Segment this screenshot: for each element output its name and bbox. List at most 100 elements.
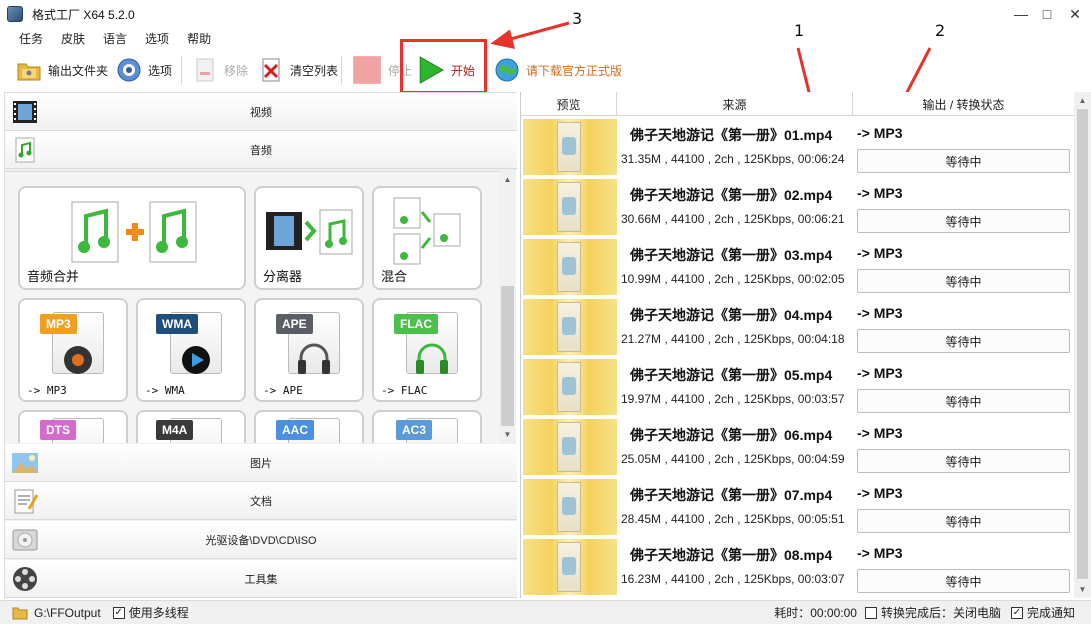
video-thumbnail: [523, 119, 617, 175]
menu-task[interactable]: 任务: [10, 30, 52, 47]
table-row[interactable]: 佛子天地游记《第一册》05.mp4 19.97M , 44100 , 2ch ,…: [521, 357, 1074, 417]
optical-drive-icon: [12, 529, 38, 551]
notify-label: 完成通知: [1026, 606, 1075, 620]
task-list-panel: 预览 来源 输出 / 转换状态 佛子天地游记《第一册》01.mp4 31.35M…: [520, 92, 1091, 598]
audio-merge-tile[interactable]: 音频合并: [18, 186, 246, 290]
shutdown-checkbox[interactable]: [864, 606, 877, 619]
category-audio[interactable]: 音频: [5, 131, 517, 169]
scroll-down-arrow-icon[interactable]: ▼: [499, 426, 516, 443]
headphones-icon: [298, 343, 330, 374]
folder-icon: [17, 63, 41, 81]
splitter-tile[interactable]: 分离器: [254, 186, 364, 290]
category-tools[interactable]: 工具集: [5, 560, 517, 598]
folder-icon[interactable]: [12, 606, 28, 620]
options-button[interactable]: 选项: [116, 54, 172, 86]
remove-icon: [196, 58, 214, 82]
table-row[interactable]: 佛子天地游记《第一册》08.mp4 16.23M , 44100 , 2ch ,…: [521, 537, 1074, 597]
column-source[interactable]: 来源: [617, 92, 853, 116]
menu-help[interactable]: 帮助: [178, 30, 220, 47]
to-wma-tile[interactable]: WMA -> WMA: [136, 298, 246, 402]
disc-icon: [182, 346, 210, 374]
to-mp3-tile[interactable]: MP3 -> MP3: [18, 298, 128, 402]
dts-badge: DTS: [40, 420, 76, 440]
menu-options[interactable]: 选项: [136, 30, 178, 47]
mp3-badge: MP3: [40, 314, 77, 334]
video-thumbnail: [523, 239, 617, 295]
clear-list-icon: [262, 58, 280, 82]
clear-list-button[interactable]: 清空列表: [258, 54, 338, 86]
left-scrollbar[interactable]: ▲ ▼: [499, 171, 516, 443]
menu-language[interactable]: 语言: [94, 30, 136, 47]
left-scroll-thumb[interactable]: [501, 286, 514, 426]
output-format: -> MP3: [857, 485, 903, 501]
close-icon[interactable]: ✕: [1060, 0, 1090, 28]
to-mp3-label: -> MP3: [27, 384, 67, 397]
menu-skin[interactable]: 皮肤: [52, 30, 94, 47]
file-info: 16.23M , 44100 , 2ch , 125Kbps, 00:03:07: [621, 572, 845, 586]
category-rom-device[interactable]: 光驱设备\DVD\CD\ISO: [5, 521, 517, 559]
headphones-icon: [416, 343, 448, 374]
output-format: -> MP3: [857, 185, 903, 201]
maximize-icon[interactable]: □: [1032, 0, 1062, 28]
ac3-badge: AC3: [396, 420, 433, 440]
category-video[interactable]: 视频: [5, 93, 517, 131]
output-path[interactable]: G:\FFOutput: [34, 606, 101, 620]
table-row[interactable]: 佛子天地游记《第一册》03.mp4 10.99M , 44100 , 2ch ,…: [521, 237, 1074, 297]
table-row[interactable]: 佛子天地游记《第一册》02.mp4 30.66M , 44100 , 2ch ,…: [521, 177, 1074, 237]
output-format: -> MP3: [857, 305, 903, 321]
table-row[interactable]: 佛子天地游记《第一册》06.mp4 25.05M , 44100 , 2ch ,…: [521, 417, 1074, 477]
to-flac-label: -> FLAC: [381, 384, 428, 397]
task-table-header: 预览 来源 输出 / 转换状态: [521, 92, 1074, 116]
table-row[interactable]: 佛子天地游记《第一册》04.mp4 21.27M , 44100 , 2ch ,…: [521, 297, 1074, 357]
scroll-up-arrow-icon[interactable]: ▲: [1074, 92, 1091, 109]
splitter-icon: [266, 209, 353, 255]
right-scroll-thumb[interactable]: [1077, 109, 1088, 579]
file-name: 佛子天地游记《第一册》07.mp4: [630, 487, 833, 503]
annotation-2: 2: [935, 21, 946, 40]
output-format: -> MP3: [857, 545, 903, 561]
output-format: -> MP3: [857, 425, 903, 441]
output-format: -> MP3: [857, 365, 903, 381]
category-document-label: 文档: [250, 495, 272, 508]
category-audio-label: 音频: [250, 144, 272, 157]
to-m4a-tile[interactable]: M4A: [136, 410, 246, 443]
notify-checkbox[interactable]: ✓: [1010, 606, 1023, 619]
audio-function-grid: 音频合并 分离器 混合 MP3 -> MP3 WMA -> WMA APE ->…: [5, 171, 499, 443]
clear-list-label: 清空列表: [290, 63, 339, 78]
multithread-checkbox[interactable]: ✓: [112, 606, 125, 619]
music-note-icon: [15, 137, 35, 163]
right-scrollbar[interactable]: ▲ ▼: [1074, 92, 1091, 598]
to-flac-tile[interactable]: FLAC -> FLAC: [372, 298, 482, 402]
options-icon: [117, 58, 141, 82]
to-dts-tile[interactable]: DTS: [18, 410, 128, 443]
audio-merge-icon: [71, 201, 197, 263]
scroll-down-arrow-icon[interactable]: ▼: [1074, 581, 1091, 598]
app-logo-icon: [7, 6, 23, 22]
category-document[interactable]: 文档: [5, 482, 517, 520]
status-box: 等待中: [857, 269, 1070, 293]
mix-label: 混合: [381, 269, 408, 284]
category-image[interactable]: 图片: [5, 444, 517, 482]
annotation-3: 3: [572, 9, 583, 28]
output-folder-button[interactable]: 输出文件夹: [16, 54, 108, 86]
left-panel: 视频 音频 音频合并 分离器 混合 MP3 -> MP3 WMA -> WMA …: [4, 92, 517, 598]
table-row[interactable]: 佛子天地游记《第一册》01.mp4 31.35M , 44100 , 2ch ,…: [521, 117, 1074, 177]
video-thumbnail: [523, 419, 617, 475]
to-aac-tile[interactable]: AAC: [254, 410, 364, 443]
scroll-up-arrow-icon[interactable]: ▲: [499, 171, 516, 188]
toolbar-divider: [341, 56, 342, 84]
status-box: 等待中: [857, 329, 1070, 353]
audio-merge-label: 音频合并: [27, 269, 80, 284]
video-thumbnail: [523, 479, 617, 535]
column-output-status[interactable]: 输出 / 转换状态: [853, 92, 1074, 116]
to-ape-tile[interactable]: APE -> APE: [254, 298, 364, 402]
output-folder-label: 输出文件夹: [48, 63, 109, 78]
column-preview[interactable]: 预览: [521, 92, 617, 116]
mix-tile[interactable]: 混合: [372, 186, 482, 290]
download-link[interactable]: 请下载官方正式版: [494, 54, 622, 86]
remove-button[interactable]: 移除: [192, 54, 248, 86]
video-thumbnail: [523, 179, 617, 235]
to-ac3-tile[interactable]: AC3: [372, 410, 482, 443]
options-label: 选项: [148, 63, 173, 78]
table-row[interactable]: 佛子天地游记《第一册》07.mp4 28.45M , 44100 , 2ch ,…: [521, 477, 1074, 537]
